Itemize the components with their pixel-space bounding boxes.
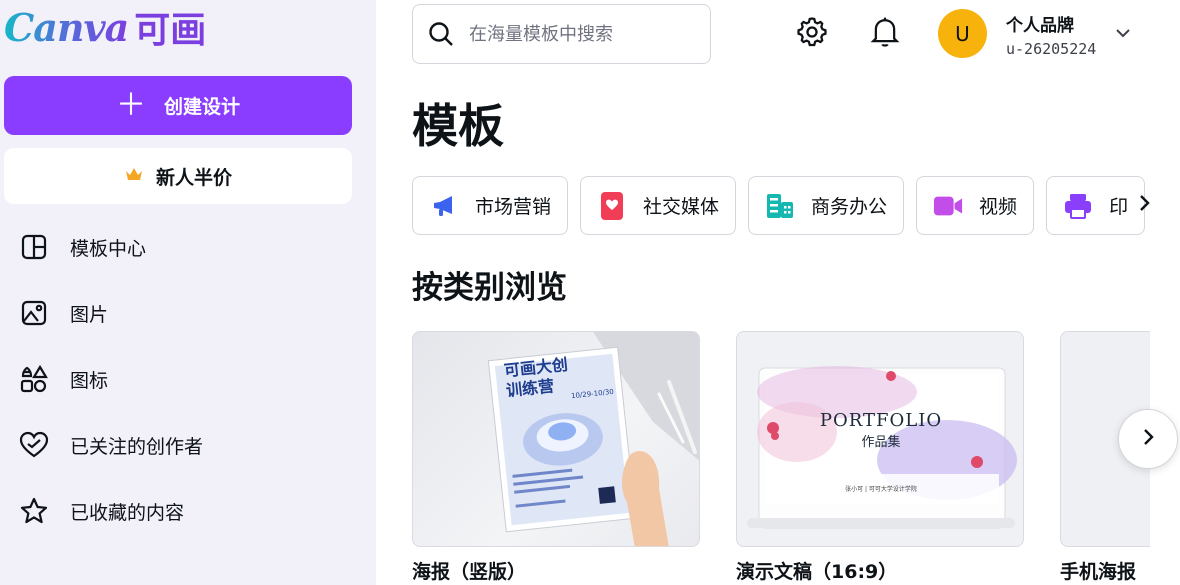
category-label: 社交媒体 [643, 196, 720, 218]
category-chips: 市场营销 社交媒体 商务办公 视频 印 [412, 176, 1150, 236]
crown-icon [124, 165, 144, 187]
card-title: 演示文稿（16:9） [736, 561, 898, 583]
account-name: 个人品牌 [1006, 16, 1074, 36]
category-chip-video[interactable]: 视频 [916, 176, 1035, 235]
gear-icon [795, 15, 829, 53]
slide-footer: 张小可 | 可可大学设计学院 [845, 486, 917, 493]
card-thumbnail: 可画大创 训练营 10/29-10/30 [412, 331, 700, 547]
bell-icon [869, 15, 901, 53]
category-label: 视频 [979, 196, 1018, 218]
categories-scroll-right-button[interactable] [1132, 193, 1156, 217]
category-chip-social-media[interactable]: 社交媒体 [580, 176, 737, 235]
canva-logo[interactable]: Canva 可画 [4, 2, 206, 52]
sidebar-item-photos[interactable]: 图片 [0, 280, 376, 346]
sidebar-item-favorites[interactable]: 已收藏的内容 [0, 478, 376, 544]
card-thumbnail: PORTFOLIO 作品集 张小可 | 可可大学设计学院 [736, 331, 1024, 547]
building-icon [765, 191, 795, 221]
search-input[interactable] [469, 23, 689, 45]
sidebar-nav: 模板中心 图片 图标 已关注的创作者 已收藏的内容 [0, 214, 376, 544]
notifications-button[interactable] [865, 14, 905, 54]
category-chip-print[interactable]: 印 [1046, 176, 1146, 235]
chevron-right-icon [1140, 427, 1156, 451]
category-label: 商务办公 [811, 196, 888, 218]
category-card-presentation[interactable]: PORTFOLIO 作品集 张小可 | 可可大学设计学院 演示文稿（16:9） [736, 331, 1024, 584]
category-label: 市场营销 [475, 196, 552, 218]
search-icon [427, 20, 455, 48]
main-content: U 个人品牌 u-26205224 模板 市场营销 社交媒体 商务办公 [376, 0, 1180, 585]
sidebar-item-templates[interactable]: 模板中心 [0, 214, 376, 280]
category-label: 印 [1109, 196, 1129, 218]
image-icon [18, 297, 50, 329]
avatar-initial: U [955, 21, 970, 46]
settings-button[interactable] [792, 14, 832, 54]
sidebar-item-label: 已收藏的内容 [70, 501, 185, 524]
sidebar-item-label: 图片 [70, 303, 109, 326]
card-title: 手机海报 [1060, 561, 1137, 583]
sidebar-item-label: 已关注的创作者 [70, 435, 204, 458]
create-design-button[interactable]: ＋ 创建设计 [4, 76, 352, 135]
avatar[interactable]: U [938, 9, 987, 58]
printer-icon [1063, 191, 1093, 221]
chevron-down-icon [1114, 27, 1132, 46]
chevron-right-icon [1136, 193, 1152, 217]
category-card-poster[interactable]: 可画大创 训练营 10/29-10/30 海报（竖版） [412, 331, 700, 584]
create-design-label: 创建设计 [163, 96, 240, 118]
search-box[interactable] [412, 4, 711, 64]
category-chip-marketing[interactable]: 市场营销 [412, 176, 569, 235]
sidebar-item-label: 图标 [70, 369, 109, 392]
shapes-icon [18, 363, 50, 395]
slide-title: PORTFOLIO [819, 410, 943, 431]
logo-wordmark: Canva [4, 4, 129, 50]
account-id: u-26205224 [1006, 40, 1097, 58]
star-icon [18, 495, 50, 527]
promo-half-price-button[interactable]: 新人半价 [4, 148, 352, 204]
category-chip-business[interactable]: 商务办公 [748, 176, 905, 235]
account-switcher[interactable]: 个人品牌 u-26205224 [1006, 11, 1096, 58]
video-icon [933, 191, 963, 221]
plus-icon: ＋ [115, 87, 146, 123]
sidebar-item-label: 模板中心 [70, 237, 147, 260]
section-title: 按类别浏览 [412, 270, 567, 306]
sidebar-item-followed-creators[interactable]: 已关注的创作者 [0, 412, 376, 478]
card-title: 海报（竖版） [412, 561, 527, 583]
page-title: 模板 [412, 99, 504, 153]
heart-icon [18, 429, 50, 461]
layout-icon [18, 231, 50, 263]
poster-heading: 可画大创 训练营 [503, 355, 571, 401]
account-dropdown-button[interactable] [1114, 24, 1132, 46]
category-cards: 可画大创 训练营 10/29-10/30 海报（竖版） PORTFOLIO 作品… [412, 331, 1150, 585]
slide-subtitle: 作品集 [861, 435, 901, 450]
sidebar: Canva 可画 ＋ 创建设计 新人半价 模板中心 图片 图标 已关注的创作者 … [0, 0, 376, 585]
sidebar-item-icons[interactable]: 图标 [0, 346, 376, 412]
megaphone-icon [429, 191, 459, 221]
social-heart-icon [597, 191, 627, 221]
promo-label: 新人半价 [155, 166, 232, 189]
cards-scroll-right-button[interactable] [1118, 409, 1178, 469]
logo-chinese: 可画 [134, 9, 207, 51]
